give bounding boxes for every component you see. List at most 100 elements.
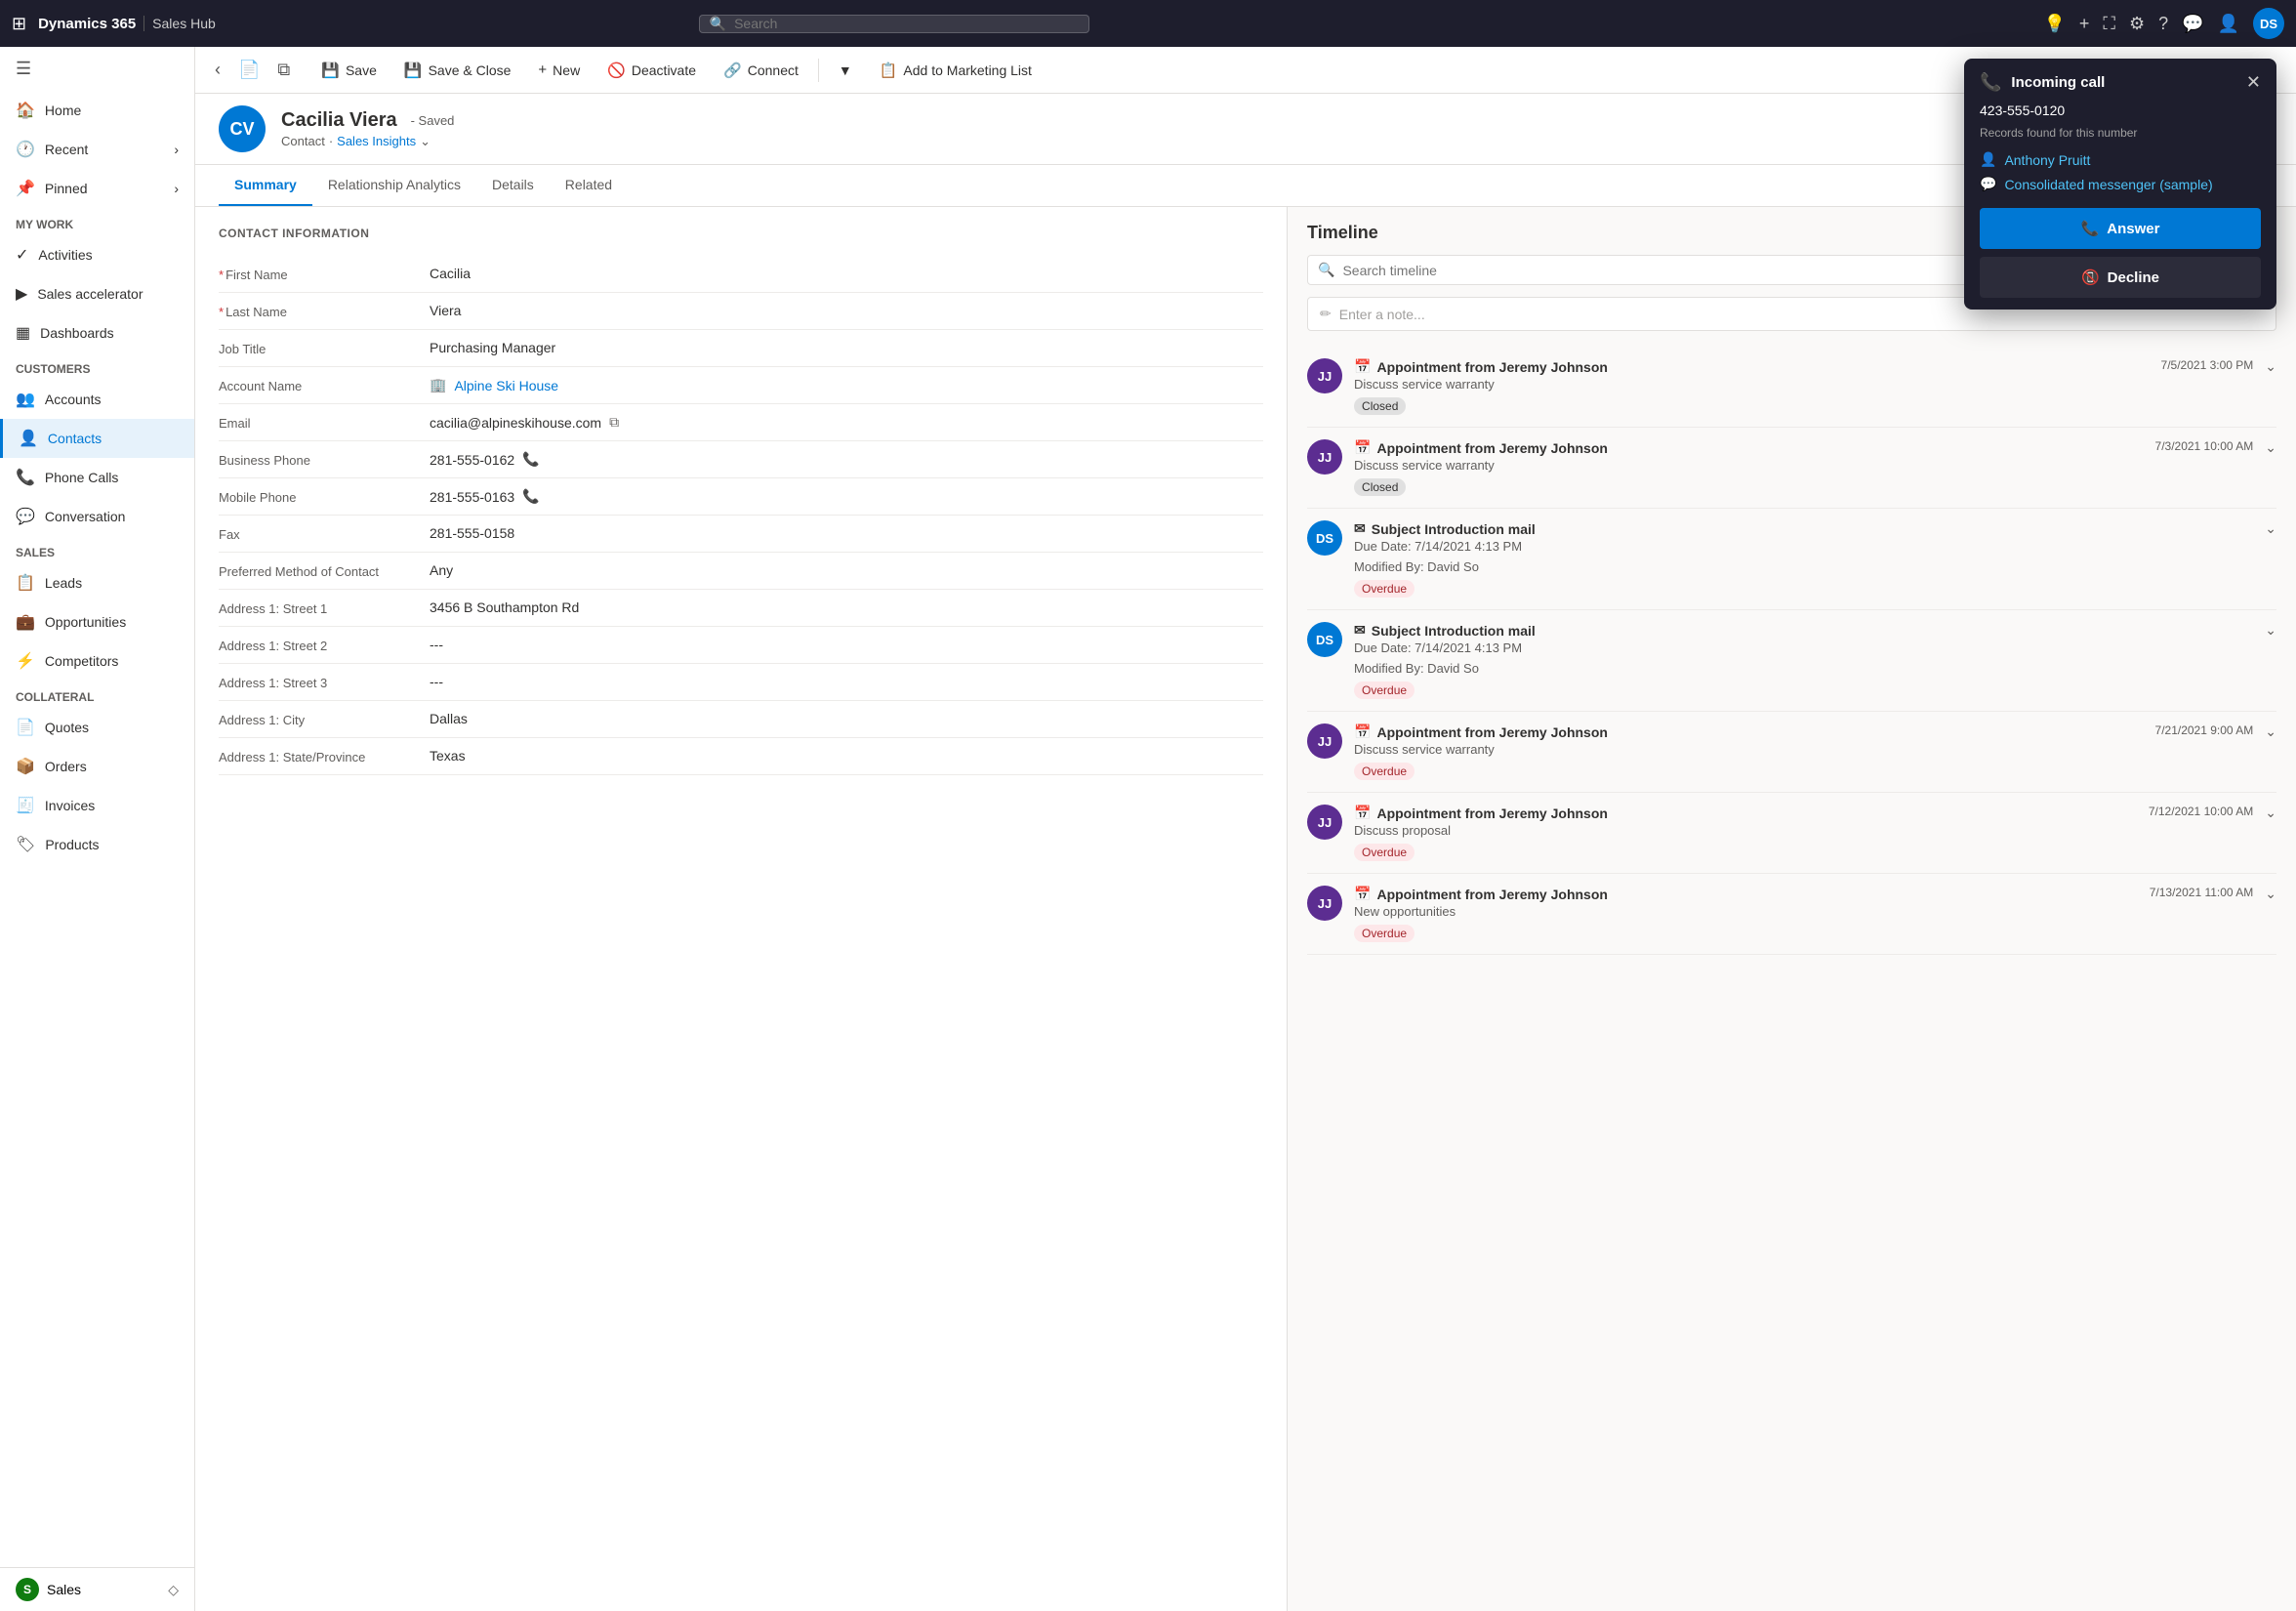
search-input[interactable]	[734, 16, 1079, 31]
leads-icon: 📋	[16, 573, 35, 593]
duplicate-button[interactable]: ⧉	[269, 56, 298, 84]
sidebar-item-opportunities[interactable]: 💼 Opportunities	[0, 602, 194, 641]
sidebar-item-leads[interactable]: 📋 Leads	[0, 563, 194, 602]
deactivate-label: Deactivate	[632, 62, 696, 78]
tab-summary[interactable]: Summary	[219, 165, 312, 206]
sidebar-item-pinned[interactable]: 📌 Pinned ›	[0, 169, 194, 208]
timeline-chevron-5[interactable]: ⌄	[2265, 805, 2276, 861]
lightbulb-icon[interactable]: 💡	[2043, 14, 2065, 34]
sidebar-item-sales-accelerator[interactable]: ▶ Sales accelerator	[0, 274, 194, 313]
email-copy-icon[interactable]: ⧉	[609, 414, 619, 431]
contact-panel: CONTACT INFORMATION *First Name Cacilia …	[195, 207, 1288, 1611]
save-close-button[interactable]: 💾 Save & Close	[392, 56, 523, 85]
business-phone-call-icon[interactable]: 📞	[522, 451, 539, 468]
sidebar-item-invoices[interactable]: 🧾 Invoices	[0, 786, 194, 825]
incoming-call-phone-icon: 📞	[1980, 72, 2001, 93]
timeline-title-4: 📅 Appointment from Jeremy Johnson	[1354, 723, 2143, 740]
popup-header-left: 📞 Incoming call	[1980, 72, 2105, 93]
save-close-label: Save & Close	[429, 62, 512, 78]
chat-icon[interactable]: 💬	[2182, 14, 2203, 34]
competitors-icon: ⚡	[16, 651, 35, 671]
consolidated-messenger-link[interactable]: Consolidated messenger (sample)	[2004, 177, 2212, 192]
sidebar-item-orders[interactable]: 📦 Orders	[0, 747, 194, 786]
timeline-chevron-0[interactable]: ⌄	[2265, 358, 2276, 415]
page-icon-button[interactable]: 📄	[230, 56, 267, 84]
timeline-title-5: 📅 Appointment from Jeremy Johnson	[1354, 805, 2137, 821]
calendar-icon-6: 📅	[1354, 886, 1371, 902]
timeline-chevron-1[interactable]: ⌄	[2265, 439, 2276, 496]
cmd-divider	[818, 59, 819, 82]
top-navigation: ⊞ Dynamics 365 Sales Hub 🔍 💡 + ⛶ ⚙ ? 💬 👤…	[0, 0, 2296, 47]
products-icon: 🏷	[16, 835, 35, 854]
sidebar-item-quotes[interactable]: 📄 Quotes	[0, 708, 194, 747]
save-icon: 💾	[321, 62, 340, 79]
more-button[interactable]: ▼	[827, 57, 864, 84]
sidebar-item-label: Pinned	[45, 181, 88, 196]
pencil-icon: ✏	[1320, 306, 1332, 322]
view-chevron-icon[interactable]: ⌄	[420, 134, 430, 149]
timeline-content-6: 📅 Appointment from Jeremy Johnson New op…	[1354, 886, 2138, 942]
back-button[interactable]: ‹	[207, 56, 228, 84]
new-icon: +	[538, 62, 547, 78]
tab-relationship-analytics[interactable]: Relationship Analytics	[312, 165, 476, 206]
sidebar-item-contacts[interactable]: 👤 Contacts	[0, 419, 194, 458]
sidebar-toggle[interactable]: ☰	[0, 47, 194, 91]
popup-close-button[interactable]: ✕	[2246, 72, 2261, 93]
search-bar[interactable]: 🔍	[699, 15, 1089, 33]
timeline-chevron-6[interactable]: ⌄	[2265, 886, 2276, 942]
connect-button[interactable]: 🔗 Connect	[712, 56, 810, 85]
tab-details[interactable]: Details	[476, 165, 550, 206]
sidebar-item-label: Quotes	[45, 720, 89, 735]
tab-related[interactable]: Related	[550, 165, 628, 206]
save-button[interactable]: 💾 Save	[309, 56, 389, 85]
deactivate-button[interactable]: 🚫 Deactivate	[595, 56, 708, 85]
record-avatar: CV	[219, 105, 266, 152]
main-layout: ☰ 🏠 Home 🕐 Recent › 📌 Pinned › My Work ✓…	[0, 47, 2296, 1611]
anthony-pruitt-link[interactable]: Anthony Pruitt	[2004, 152, 2090, 168]
timeline-chevron-4[interactable]: ⌄	[2265, 723, 2276, 780]
sidebar-item-products[interactable]: 🏷 Products	[0, 825, 194, 864]
add-icon[interactable]: +	[2079, 14, 2090, 34]
user-icon[interactable]: 👤	[2218, 14, 2239, 34]
dot-separator: ·	[329, 134, 333, 148]
email-text: cacilia@alpineskihouse.com	[430, 415, 601, 431]
sidebar-item-home[interactable]: 🏠 Home	[0, 91, 194, 130]
street2-value: ---	[430, 637, 1263, 652]
timeline-avatar-0: JJ	[1307, 358, 1342, 393]
sidebar-item-phone-calls[interactable]: 📞 Phone Calls	[0, 458, 194, 497]
account-name-label: Account Name	[219, 377, 414, 393]
help-icon[interactable]: ?	[2158, 14, 2168, 34]
calendar-icon-0: 📅	[1354, 358, 1371, 375]
sidebar-item-competitors[interactable]: ⚡ Competitors	[0, 641, 194, 681]
filter-icon[interactable]: ⛶	[2103, 14, 2115, 34]
mobile-phone-call-icon[interactable]: 📞	[522, 488, 539, 505]
add-to-marketing-list-label: Add to Marketing List	[903, 62, 1032, 78]
timeline-extra-3: Modified By: David So	[1354, 661, 2253, 676]
record-body: CONTACT INFORMATION *First Name Cacilia …	[195, 207, 2296, 1611]
answer-button[interactable]: 📞 Answer	[1980, 208, 2261, 249]
mobile-phone-label: Mobile Phone	[219, 488, 414, 505]
user-avatar[interactable]: DS	[2253, 8, 2284, 39]
decline-button[interactable]: 📵 Decline	[1980, 257, 2261, 298]
record-view-link[interactable]: Sales Insights	[337, 134, 416, 148]
section-collateral: Collateral	[0, 681, 194, 708]
add-to-marketing-list-button[interactable]: 📋 Add to Marketing List	[868, 56, 1044, 85]
timeline-content-0: 📅 Appointment from Jeremy Johnson Discus…	[1354, 358, 2150, 415]
timeline-badge-6: Overdue	[1354, 925, 1414, 942]
timeline-chevron-3[interactable]: ⌄	[2265, 622, 2276, 699]
grid-icon[interactable]: ⊞	[12, 14, 26, 34]
new-button[interactable]: + New	[526, 56, 592, 84]
timeline-badge-5: Overdue	[1354, 844, 1414, 861]
sidebar-item-conversation[interactable]: 💬 Conversation	[0, 497, 194, 536]
sidebar-item-activities[interactable]: ✓ Activities	[0, 235, 194, 274]
sidebar-item-dashboards[interactable]: ▦ Dashboards	[0, 313, 194, 352]
timeline-panel: Timeline 🔍 ✏ Enter a note... JJ 📅 Appo	[1288, 207, 2296, 1611]
settings-icon[interactable]: ⚙	[2129, 14, 2145, 34]
app-name: Sales Hub	[144, 16, 216, 31]
timeline-chevron-2[interactable]: ⌄	[2265, 520, 2276, 598]
sales-section-pin-icon[interactable]: ◇	[168, 1582, 179, 1598]
sidebar-item-accounts[interactable]: 👥 Accounts	[0, 380, 194, 419]
account-name-link[interactable]: Alpine Ski House	[454, 378, 558, 393]
sidebar-item-recent[interactable]: 🕐 Recent ›	[0, 130, 194, 169]
sidebar-item-label: Recent	[45, 142, 88, 157]
